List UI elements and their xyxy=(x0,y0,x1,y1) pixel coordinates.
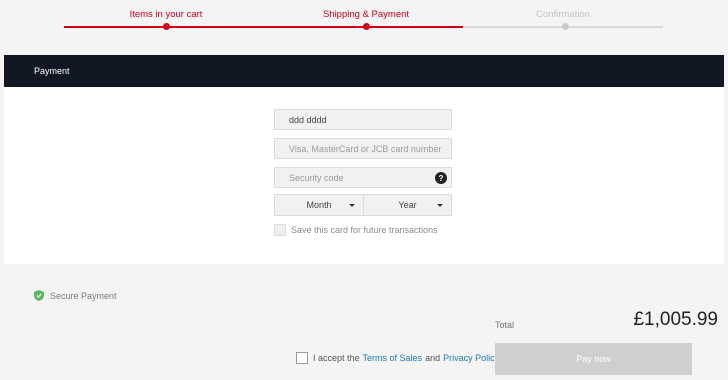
privacy-policy-link[interactable]: Privacy Policy. xyxy=(443,353,501,363)
payment-section-header: Payment xyxy=(4,55,724,87)
save-card-checkbox[interactable] xyxy=(274,224,286,236)
terms-of-sales-link[interactable]: Terms of Sales xyxy=(363,353,423,363)
total-label: Total xyxy=(495,320,515,330)
step-items-in-cart-label[interactable]: Items in your cart xyxy=(130,9,203,20)
payment-form: ddd dddd Visa, MasterCard or JCB card nu… xyxy=(4,87,724,264)
card-number-field[interactable]: Visa, MasterCard or JCB card number xyxy=(274,138,452,159)
shield-check-icon xyxy=(34,290,44,301)
pay-now-button[interactable]: Pay now xyxy=(495,343,692,375)
secure-payment-label: Secure Payment xyxy=(50,290,117,301)
expiry-year-label: Year xyxy=(398,200,417,210)
progress-line-completed xyxy=(64,26,463,28)
security-code-field[interactable]: Security code ? xyxy=(274,167,452,188)
payment-title: Payment xyxy=(34,66,70,76)
checkout-progress: Items in your cart Shipping & Payment Co… xyxy=(0,0,728,55)
cardholder-name-field[interactable]: ddd dddd xyxy=(274,109,452,130)
step-items-in-cart-dot xyxy=(163,23,170,30)
total-amount: £1,005.99 xyxy=(633,309,718,330)
accept-and: and xyxy=(425,353,441,363)
save-card-label: Save this card for future transactions xyxy=(291,225,438,235)
security-code-placeholder: Security code xyxy=(289,172,344,183)
step-confirmation-dot xyxy=(562,23,569,30)
chevron-down-icon xyxy=(349,204,355,207)
expiry-year-select[interactable]: Year xyxy=(363,194,452,216)
accept-terms-checkbox[interactable] xyxy=(296,352,308,364)
step-confirmation-label: Confirmation xyxy=(536,9,590,20)
secure-payment-badge: Secure Payment xyxy=(34,290,117,301)
accept-terms-row: I accept the Terms of Sales and Privacy … xyxy=(296,352,504,364)
expiry-month-select[interactable]: Month xyxy=(274,194,364,216)
chevron-down-icon xyxy=(437,204,443,207)
checkout-summary: Secure Payment Total £1,005.99 I accept … xyxy=(4,264,724,380)
expiry-month-label: Month xyxy=(306,200,332,210)
question-circle-icon[interactable]: ? xyxy=(435,172,447,184)
accept-prefix: I accept the xyxy=(313,353,360,363)
step-shipping-payment-label[interactable]: Shipping & Payment xyxy=(323,9,409,20)
step-shipping-payment-dot xyxy=(363,23,370,30)
save-card-option[interactable]: Save this card for future transactions xyxy=(274,224,438,236)
